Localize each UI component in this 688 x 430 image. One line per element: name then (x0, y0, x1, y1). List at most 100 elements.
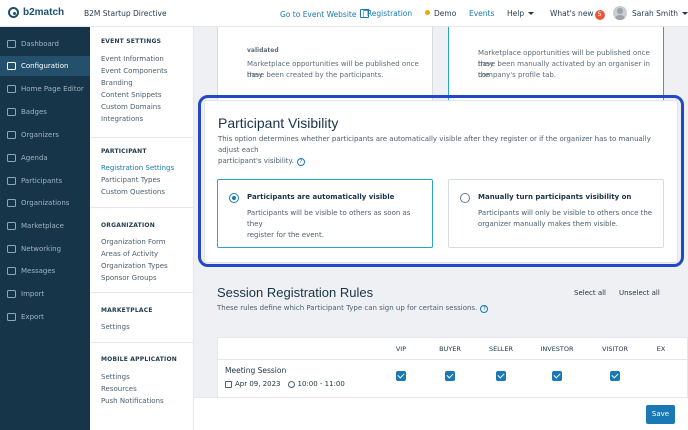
column-header: BUYER (439, 345, 461, 353)
events-link[interactable]: Events (469, 9, 494, 18)
option-description: Participants will be visible to others a… (247, 209, 411, 239)
subnav-areas-of-activity[interactable]: Areas of Activity (101, 250, 158, 258)
organizers-icon (7, 131, 16, 139)
marketplace-icon (7, 222, 16, 230)
section-heading: EVENT SETTINGS (101, 38, 162, 45)
sidebar-item-participants[interactable]: Participants (0, 171, 90, 191)
chevron-down-icon (528, 12, 535, 15)
help-icon[interactable]: ? (296, 158, 305, 166)
go-to-event-website-link[interactable]: Go to Event Website (280, 6, 372, 19)
investor-checkbox[interactable] (552, 371, 562, 381)
subnav-custom-domains[interactable]: Custom Domains (101, 103, 161, 111)
sidebar-item-messages[interactable]: Messages (0, 261, 90, 281)
sidebar-item-configuration[interactable]: Configuration (0, 56, 90, 76)
sidebar-item-label: Networking (21, 245, 62, 253)
subnav-branding[interactable]: Branding (101, 79, 133, 87)
sidebar-item-networking[interactable]: Networking (0, 239, 90, 259)
agenda-icon (7, 154, 16, 162)
sidebar-item-label: Import (21, 290, 45, 298)
select-all-button[interactable]: Select all (574, 289, 606, 297)
sidebar-item-label: Organizations (21, 199, 70, 207)
sidebar-item-label: Dashboard (21, 40, 59, 48)
avatar[interactable] (613, 6, 627, 20)
subnav-resources[interactable]: Resources (101, 385, 137, 393)
subnav-integrations[interactable]: Integrations (101, 115, 143, 123)
subnav-organization-form[interactable]: Organization Form (101, 238, 166, 246)
home-page-editor-icon (7, 85, 16, 93)
section-title: Participant Visibility (218, 115, 339, 131)
section-description: These rules define which Participant Typ… (217, 304, 489, 313)
section-heading: PARTICIPANT (101, 148, 147, 155)
vip-checkbox[interactable] (396, 371, 406, 381)
settings-subnav: EVENT SETTINGS Event Information Event C… (90, 27, 194, 430)
sidebar-item-marketplace[interactable]: Marketplace (0, 216, 90, 236)
sidebar-item-agenda[interactable]: Agenda (0, 148, 90, 168)
logo-text: b2match (23, 7, 65, 18)
session-time: 10:00 - 11:00 (297, 380, 345, 388)
sidebar-item-badges[interactable]: Badges (0, 102, 90, 122)
sidebar-item-organizers[interactable]: Organizers (0, 125, 90, 145)
visibility-option-automatic[interactable]: Participants are automatically visible P… (217, 179, 433, 248)
sidebar-item-import[interactable]: Import (0, 284, 90, 304)
subnav-event-components[interactable]: Event Components (101, 67, 168, 75)
session-date: Apr 09, 2023 (235, 380, 281, 388)
sidebar-item-label: Marketplace (21, 222, 64, 230)
main-content: validated Marketplace opportunities will… (194, 27, 688, 397)
b2match-logo[interactable]: b2match (8, 7, 64, 18)
marketplace-option-manual[interactable]: Marketplace opportunities will be publis… (448, 27, 664, 103)
subnav-content-snippets[interactable]: Content Snippets (101, 91, 161, 99)
column-header: INVESTOR (540, 345, 574, 353)
b2match-logo-icon (8, 7, 19, 18)
subnav-mobile-settings[interactable]: Settings (101, 373, 130, 381)
networking-icon (7, 245, 16, 253)
subnav-custom-questions[interactable]: Custom Questions (101, 188, 165, 196)
export-icon (7, 313, 16, 321)
visibility-option-manual[interactable]: Manually turn participants visibility on… (448, 179, 664, 248)
subnav-sponsor-groups[interactable]: Sponsor Groups (101, 274, 157, 282)
help-icon[interactable]: ? (480, 305, 489, 313)
sidebar-item-organizations[interactable]: Organizations (0, 193, 90, 213)
subnav-event-information[interactable]: Event Information (101, 55, 164, 63)
session-meta: Apr 09, 2023 10:00 - 11:00 (225, 380, 345, 388)
subnav-participant-types[interactable]: Participant Types (101, 176, 160, 184)
radio-selected-icon[interactable] (229, 193, 239, 203)
option-desc-line: company's profile tab. (478, 71, 557, 79)
subnav-organization-types[interactable]: Organization Types (101, 262, 168, 270)
sidebar-item-label: Home Page Editor (21, 85, 84, 93)
sidebar-item-dashboard[interactable]: Dashboard (0, 34, 90, 54)
sidebar-item-label: Configuration (21, 62, 69, 70)
buyer-checkbox[interactable] (445, 371, 455, 381)
dashboard-icon (7, 40, 16, 48)
sidebar-item-label: Organizers (21, 131, 59, 139)
whats-new-button[interactable]: What's new 5 (550, 9, 605, 20)
unselect-all-button[interactable]: Unselect all (619, 289, 660, 297)
registration-link[interactable]: | Registration (362, 9, 412, 18)
subnav-push-notifications[interactable]: Push Notifications (101, 397, 164, 405)
subnav-registration-settings[interactable]: Registration Settings (101, 164, 174, 172)
option-title: Manually turn participants visibility on (478, 193, 632, 201)
save-button[interactable]: Save (646, 405, 675, 424)
footer-bar: Save (194, 397, 688, 430)
column-header: EX (656, 345, 666, 353)
option-desc-line: have been created by the participants. (247, 71, 384, 79)
configuration-icon (7, 62, 16, 70)
main-sidebar: Dashboard Configuration Home Page Editor… (0, 27, 90, 430)
marketplace-option-validated[interactable]: validated Marketplace opportunities will… (217, 27, 433, 103)
subnav-marketplace-settings[interactable]: Settings (101, 323, 130, 331)
participants-icon (7, 177, 16, 185)
section-heading: MOBILE APPLICATION (101, 356, 178, 363)
section-heading: MARKETPLACE (101, 307, 153, 314)
sidebar-item-home-page-editor[interactable]: Home Page Editor (0, 79, 90, 99)
help-menu[interactable]: Help (507, 9, 535, 18)
demo-status[interactable]: Demo (425, 9, 456, 18)
seller-checkbox[interactable] (496, 371, 506, 381)
participant-section: PARTICIPANT Registration Settings Partic… (90, 138, 194, 208)
visitor-checkbox[interactable] (610, 371, 620, 381)
user-menu[interactable]: Sarah Smith (632, 9, 688, 18)
sidebar-item-export[interactable]: Export (0, 307, 90, 327)
option-description: Participants will only be visible to oth… (478, 209, 653, 228)
row-divider (218, 359, 688, 360)
session-rules-table: VIP BUYER SELLER INVESTOR VISITOR EX Mee… (217, 337, 688, 397)
sidebar-item-label: Export (21, 313, 44, 321)
radio-unselected-icon[interactable] (460, 193, 470, 203)
